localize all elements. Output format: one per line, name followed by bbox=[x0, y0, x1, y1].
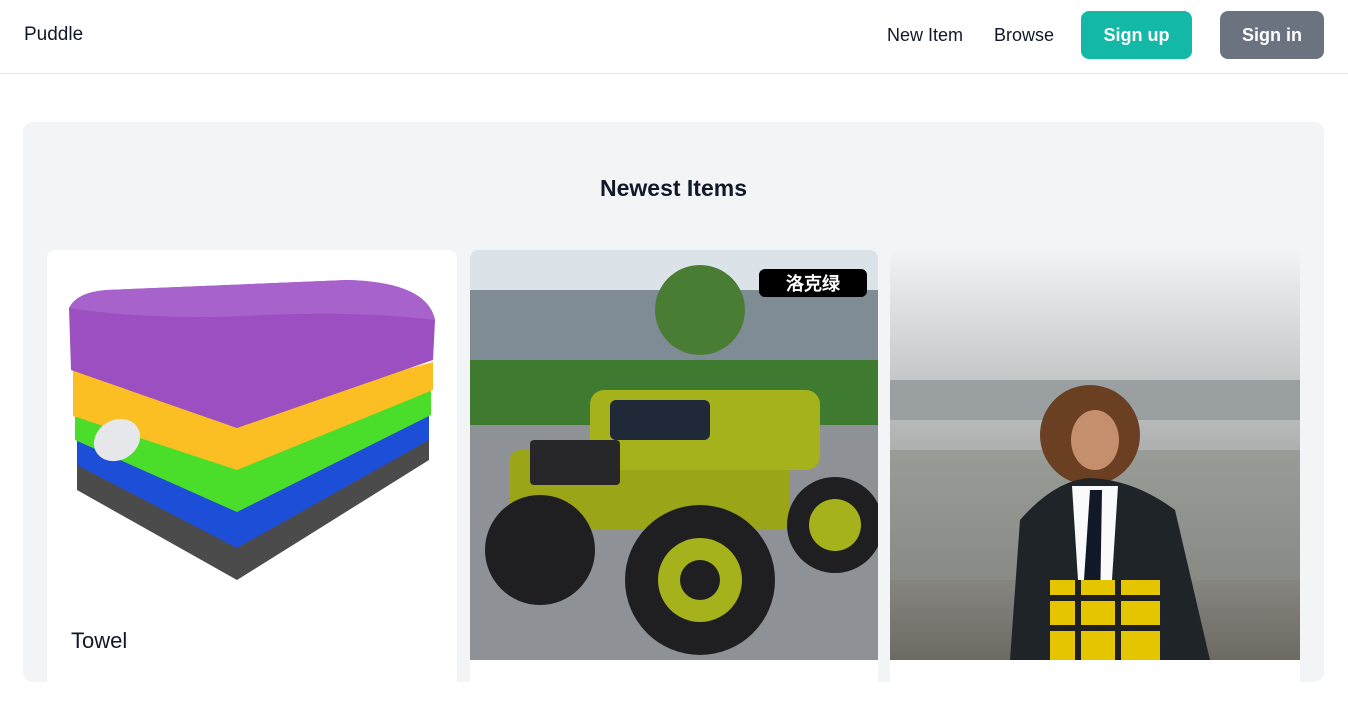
item-image-fashion-model bbox=[890, 250, 1300, 660]
section-title: Newest Items bbox=[599, 175, 747, 201]
newest-items-section: Newest Items Towel 洛克绿 bbox=[23, 122, 1324, 710]
nav-browse-link[interactable]: Browse bbox=[994, 25, 1054, 46]
item-card-towel[interactable]: Towel bbox=[47, 250, 457, 710]
nav-new-item-link[interactable]: New Item bbox=[887, 25, 963, 46]
item-image-towels bbox=[47, 250, 457, 660]
item-title: Towel bbox=[71, 628, 128, 653]
item-card-toy-jeep[interactable]: 洛克绿 bbox=[470, 250, 878, 710]
item-image-toy-jeep bbox=[470, 250, 878, 660]
sign-up-button[interactable]: Sign up bbox=[1081, 11, 1192, 59]
item-card-fashion[interactable] bbox=[890, 250, 1300, 710]
navbar: Puddle New Item Browse Sign up Sign in bbox=[0, 0, 1348, 74]
sign-in-button[interactable]: Sign in bbox=[1220, 11, 1324, 59]
brand-logo-link[interactable]: Puddle bbox=[24, 24, 83, 46]
item-badge: 洛克绿 bbox=[759, 269, 867, 297]
